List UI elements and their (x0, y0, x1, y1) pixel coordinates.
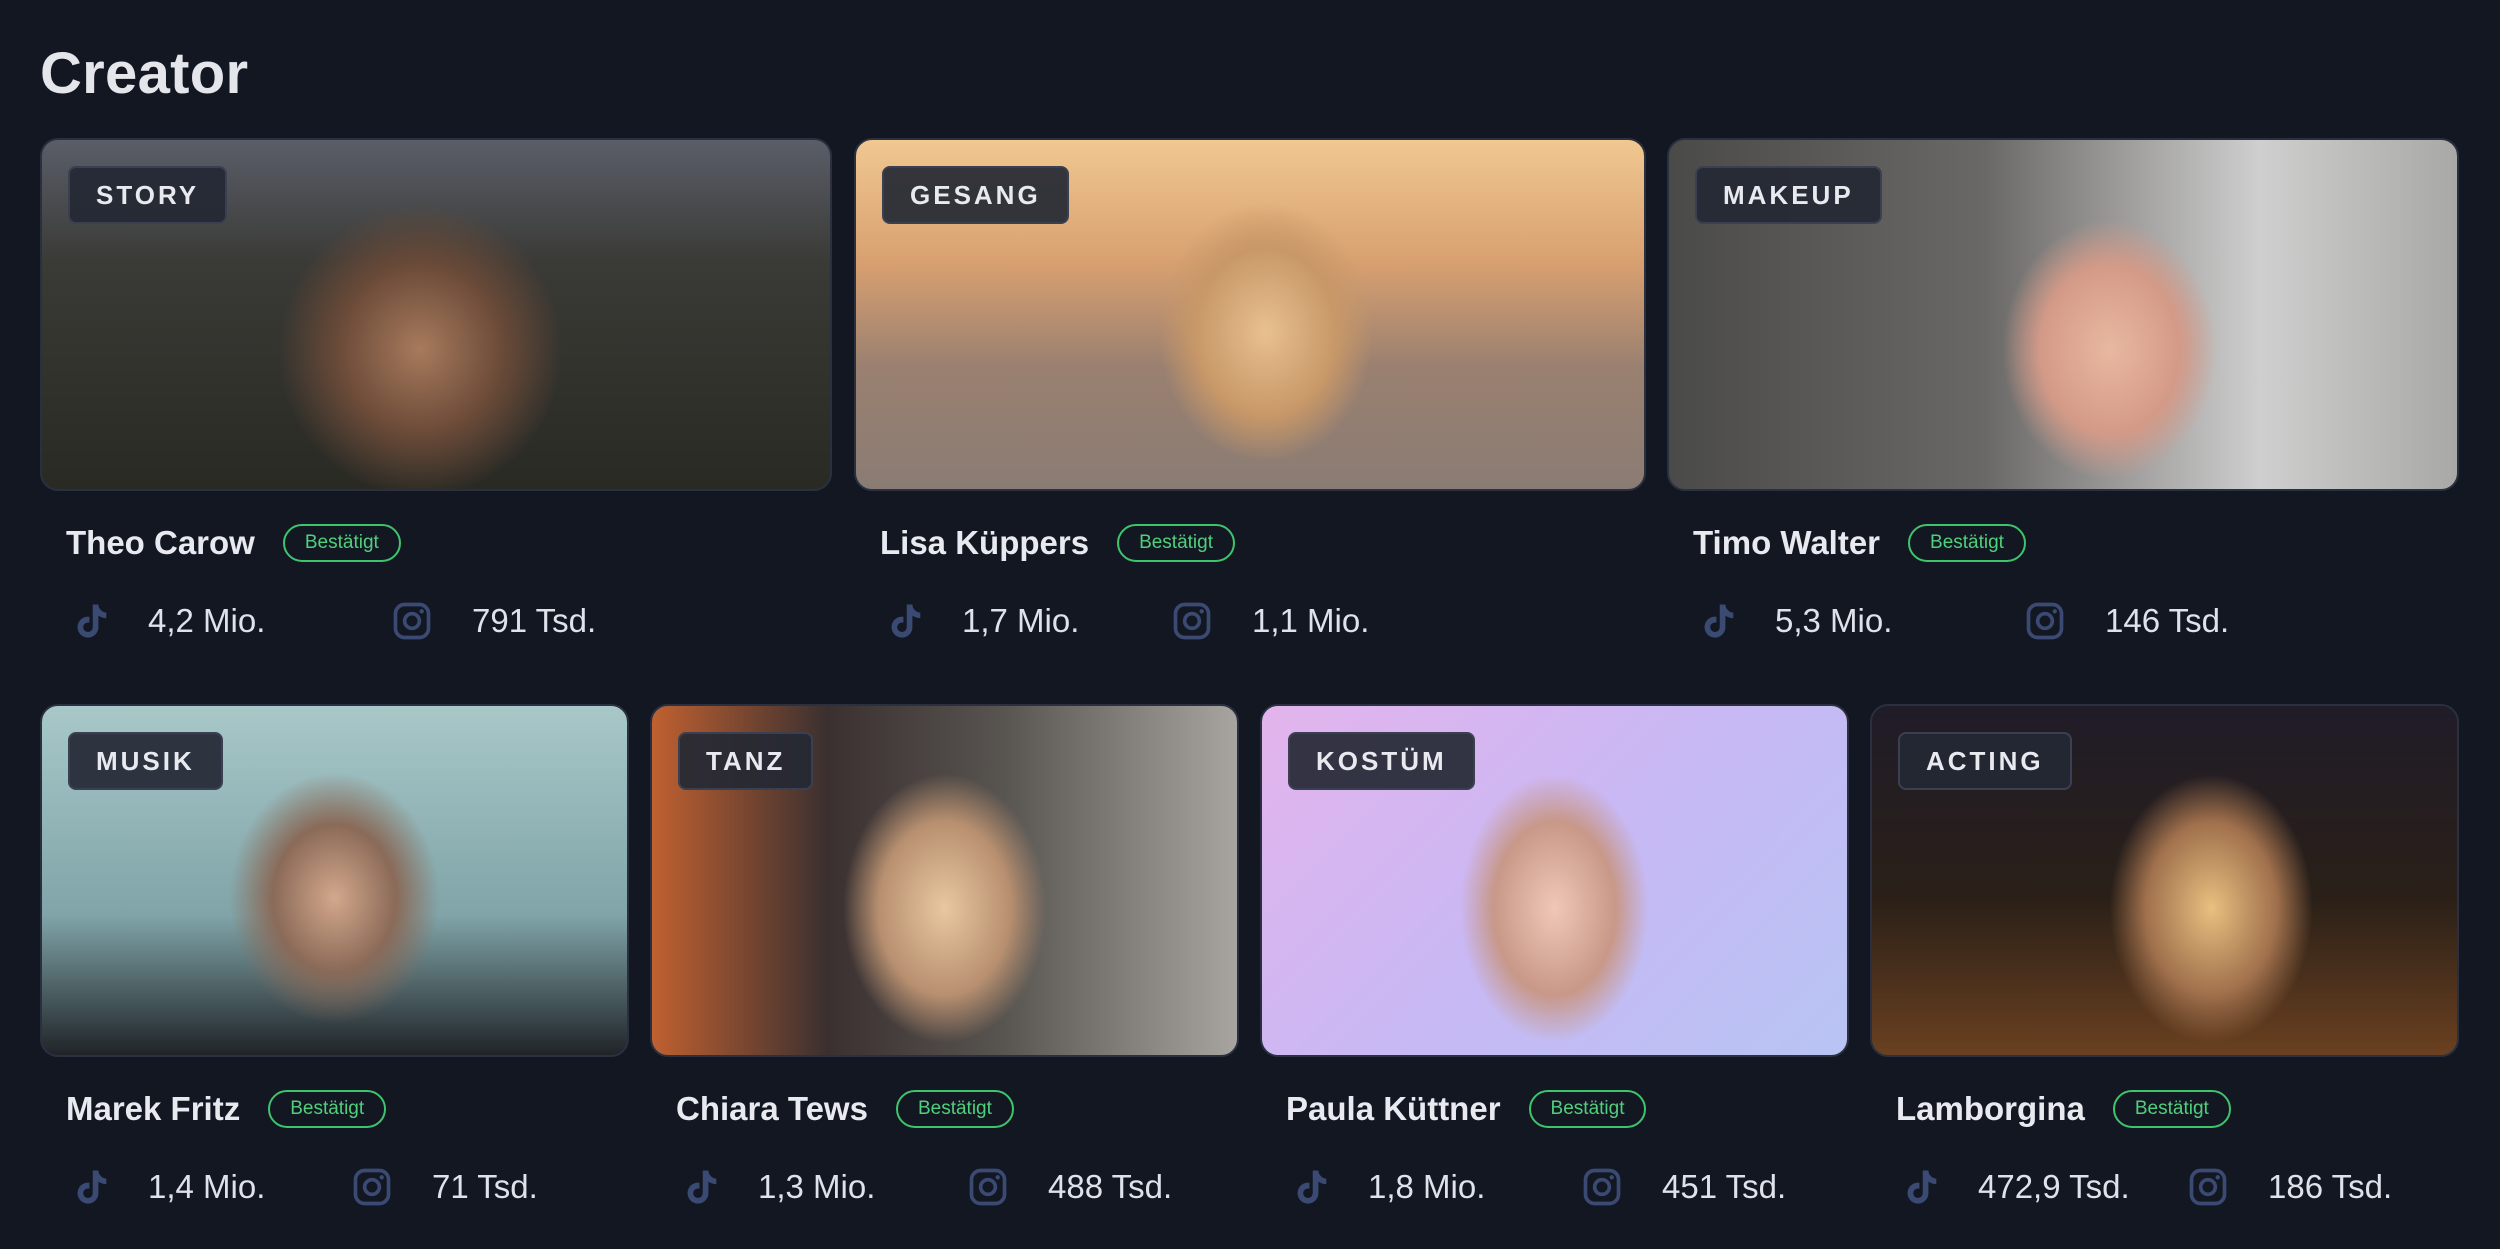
tiktok-followers: 4,2 Mio. (148, 602, 266, 639)
instagram-followers: 186 Tsd. (2268, 1168, 2393, 1205)
verified-badge: Bestätigt (1528, 1090, 1647, 1128)
verified-badge: Bestätigt (282, 524, 401, 562)
creator-card[interactable]: MUSIK Marek Fritz Bestätigt 1,4 Mio. 71 … (40, 704, 629, 1217)
category-tag: GESANG (882, 166, 1069, 224)
creator-photo: ACTING (1870, 704, 2459, 1057)
tiktok-followers: 1,8 Mio. (1368, 1168, 1486, 1205)
instagram-icon (2023, 599, 2067, 643)
tiktok-followers: 1,3 Mio. (758, 1168, 876, 1205)
instagram-followers: 451 Tsd. (1662, 1168, 1787, 1205)
creator-name[interactable]: Paula Küttner (1286, 1090, 1501, 1128)
creator-photo: MUSIK (40, 704, 629, 1057)
instagram-icon (390, 599, 434, 643)
instagram-stat: 186 Tsd. (2186, 1165, 2392, 1209)
instagram-stat: 488 Tsd. (966, 1165, 1172, 1209)
creator-card[interactable]: GESANG Lisa Küppers Bestätigt 1,7 Mio. 1… (854, 138, 1646, 651)
instagram-stat: 1,1 Mio. (1170, 599, 1369, 643)
creator-name[interactable]: Lisa Küppers (880, 524, 1089, 562)
instagram-followers: 1,1 Mio. (1252, 602, 1370, 639)
category-tag: KOSTÜM (1288, 732, 1475, 790)
instagram-icon (2186, 1165, 2230, 1209)
instagram-icon (966, 1165, 1010, 1209)
verified-badge: Bestätigt (1908, 524, 2026, 562)
tiktok-stat: 472,9 Tsd. (1900, 1165, 2186, 1209)
creator-card[interactable]: STORY Theo Carow Bestätigt 4,2 Mio. 791 … (40, 138, 832, 651)
verified-badge: Bestätigt (1117, 524, 1235, 562)
verified-badge: Bestätigt (268, 1090, 387, 1128)
creator-card[interactable]: TANZ Chiara Tews Bestätigt 1,3 Mio. 488 … (650, 704, 1239, 1217)
tiktok-followers: 472,9 Tsd. (1978, 1168, 2130, 1205)
tiktok-icon (1697, 599, 1741, 643)
category-tag: TANZ (678, 732, 814, 790)
tiktok-icon (70, 1165, 114, 1209)
tiktok-stat: 1,4 Mio. (70, 1165, 350, 1209)
verified-badge: Bestätigt (895, 1090, 1014, 1128)
creator-photo: KOSTÜM (1260, 704, 1849, 1057)
instagram-followers: 71 Tsd. (432, 1168, 538, 1205)
category-tag: MUSIK (68, 732, 223, 790)
instagram-icon (1170, 599, 1214, 643)
category-tag: ACTING (1898, 732, 2072, 790)
instagram-followers: 791 Tsd. (472, 602, 597, 639)
tiktok-followers: 5,3 Mio. (1775, 602, 1893, 639)
creator-name[interactable]: Theo Carow (66, 524, 255, 562)
creator-photo: GESANG (854, 138, 1646, 491)
creator-card[interactable]: KOSTÜM Paula Küttner Bestätigt 1,8 Mio. … (1260, 704, 1849, 1217)
tiktok-stat: 5,3 Mio. (1697, 599, 2023, 643)
tiktok-icon (680, 1165, 724, 1209)
creator-photo: STORY (40, 138, 832, 491)
tiktok-stat: 1,8 Mio. (1290, 1165, 1580, 1209)
verified-badge: Bestätigt (2112, 1090, 2231, 1128)
category-tag: MAKEUP (1695, 166, 1882, 224)
creator-name[interactable]: Marek Fritz (66, 1090, 240, 1128)
creator-photo: TANZ (650, 704, 1239, 1057)
page-title: Creator (40, 41, 249, 106)
instagram-icon (350, 1165, 394, 1209)
creator-card[interactable]: ACTING Lamborgina Bestätigt 472,9 Tsd. 1… (1870, 704, 2459, 1217)
tiktok-stat: 1,7 Mio. (884, 599, 1170, 643)
instagram-stat: 71 Tsd. (350, 1165, 538, 1209)
tiktok-stat: 1,3 Mio. (680, 1165, 966, 1209)
instagram-stat: 146 Tsd. (2023, 599, 2229, 643)
category-tag: STORY (68, 166, 228, 224)
instagram-icon (1580, 1165, 1624, 1209)
tiktok-stat: 4,2 Mio. (70, 599, 390, 643)
tiktok-followers: 1,4 Mio. (148, 1168, 266, 1205)
tiktok-icon (1900, 1165, 1944, 1209)
tiktok-icon (1290, 1165, 1334, 1209)
creator-card[interactable]: MAKEUP Timo Walter Bestätigt 5,3 Mio. 14… (1667, 138, 2459, 651)
creator-name[interactable]: Chiara Tews (676, 1090, 868, 1128)
creator-photo: MAKEUP (1667, 138, 2459, 491)
creator-name[interactable]: Timo Walter (1693, 524, 1880, 562)
tiktok-icon (70, 599, 114, 643)
creator-name[interactable]: Lamborgina (1896, 1090, 2085, 1128)
instagram-stat: 791 Tsd. (390, 599, 596, 643)
instagram-stat: 451 Tsd. (1580, 1165, 1786, 1209)
tiktok-icon (884, 599, 928, 643)
tiktok-followers: 1,7 Mio. (962, 602, 1080, 639)
instagram-followers: 488 Tsd. (1048, 1168, 1173, 1205)
instagram-followers: 146 Tsd. (2105, 602, 2230, 639)
